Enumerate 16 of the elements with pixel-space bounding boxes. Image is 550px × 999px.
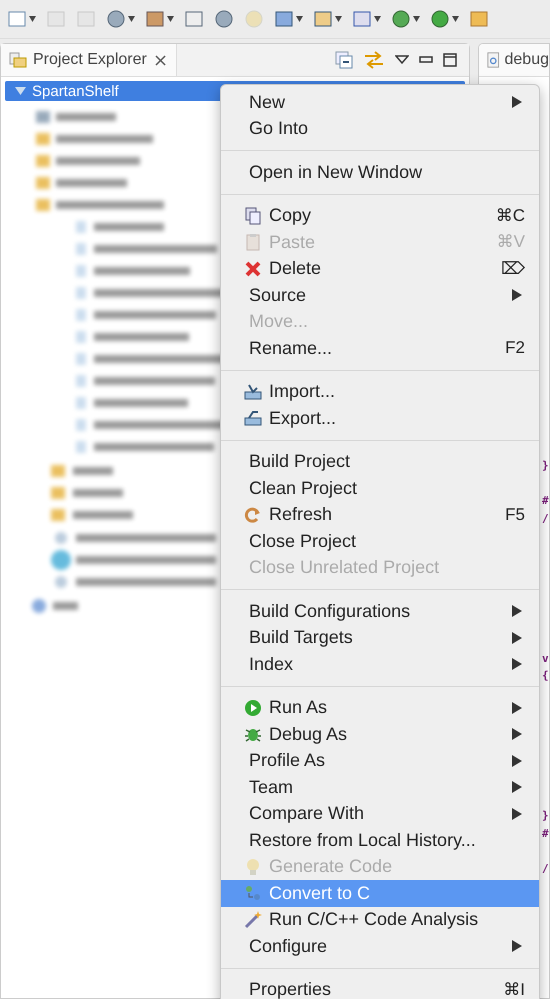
code-text: /: [542, 512, 549, 524]
shortcut-text: F2: [505, 338, 526, 358]
shortcut-text: ⌘C: [496, 206, 526, 226]
code-text: #: [542, 494, 549, 507]
code-text: /: [542, 862, 549, 874]
code-text: }: [542, 459, 549, 472]
project-name: SpartanShelf: [32, 82, 119, 100]
shortcut-text: ⌘I: [503, 980, 526, 999]
code-text: #: [542, 826, 549, 840]
code-text: v: [542, 652, 549, 664]
code-text: }: [542, 809, 549, 822]
shortcut-text: F5: [505, 504, 526, 525]
shortcut-text: ⌦: [500, 258, 526, 279]
tab-title: Project Explorer: [33, 51, 147, 69]
shortcut-text: ⌘V: [496, 232, 526, 252]
code-text: {: [542, 669, 549, 682]
